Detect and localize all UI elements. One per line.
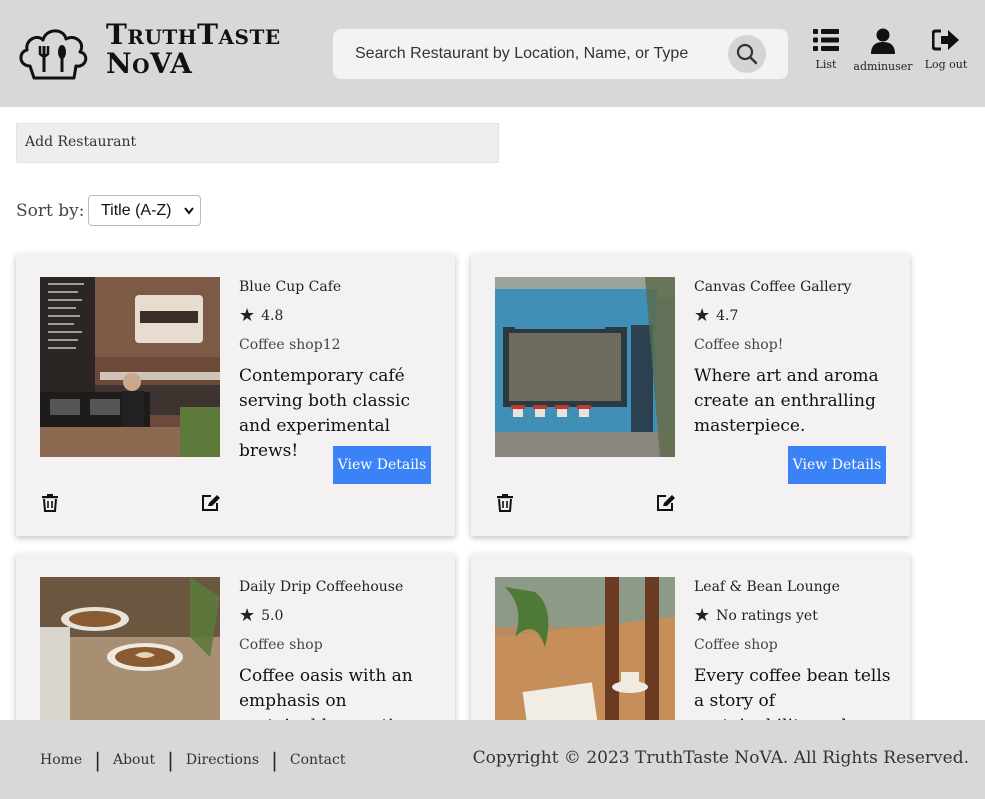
footer-link-contact[interactable]: Contact — [290, 752, 346, 768]
restaurant-rating: ★ 4.8 — [239, 307, 283, 325]
header: TruthTaste NoVA List adminuser — [0, 0, 985, 107]
star-icon: ★ — [239, 305, 256, 326]
restaurant-title[interactable]: Leaf & Bean Lounge — [694, 579, 840, 595]
footer-links: Home | About | Directions | Contact — [40, 748, 345, 772]
restaurant-rating: ★ 4.7 — [694, 307, 738, 325]
restaurant-description: Where art and aroma create an enthrallin… — [694, 366, 879, 436]
add-restaurant-button[interactable]: Add Restaurant — [16, 123, 499, 163]
nav-logout[interactable]: Log out — [922, 28, 970, 71]
edit-icon[interactable] — [201, 494, 221, 512]
rating-value: 4.7 — [716, 308, 739, 324]
list-icon — [813, 29, 839, 51]
star-icon: ★ — [239, 605, 256, 626]
sort-select[interactable]: Title (A-Z) — [88, 195, 201, 226]
restaurant-rating: ★ No ratings yet — [694, 607, 818, 625]
nav-user-label: adminuser — [853, 60, 913, 73]
footer-separator: | — [167, 748, 174, 772]
footer: Home | About | Directions | Contact Copy… — [0, 720, 985, 799]
copyright-text: Copyright © 2023 TruthTaste NoVA. All Ri… — [472, 748, 969, 768]
restaurant-type: Coffee shop! — [694, 337, 784, 353]
restaurant-card: Canvas Coffee Gallery ★ 4.7 Coffee shop!… — [471, 254, 910, 536]
star-icon: ★ — [694, 605, 711, 626]
star-icon: ★ — [694, 305, 711, 326]
brand-line-2: NoVA — [106, 47, 193, 80]
user-icon — [871, 28, 895, 54]
nav-list-label: List — [815, 58, 837, 71]
footer-separator: | — [94, 748, 101, 772]
rating-value: No ratings yet — [716, 608, 818, 624]
search-bar — [333, 29, 788, 79]
restaurant-title[interactable]: Canvas Coffee Gallery — [694, 279, 851, 295]
restaurant-rating: ★ 5.0 — [239, 607, 283, 625]
brand-line-1: TruthTaste — [106, 18, 281, 51]
nav-logout-label: Log out — [924, 58, 968, 71]
nav-list[interactable]: List — [808, 28, 844, 71]
chevron-down-icon — [184, 207, 194, 215]
sort-selected-value: Title (A-Z) — [101, 201, 172, 219]
trash-icon[interactable] — [496, 494, 514, 512]
footer-link-directions[interactable]: Directions — [186, 752, 259, 768]
restaurant-title[interactable]: Blue Cup Cafe — [239, 279, 341, 295]
restaurant-type: Coffee shop — [694, 637, 778, 653]
restaurant-card: Blue Cup Cafe ★ 4.8 Coffee shop12 Contem… — [16, 254, 455, 536]
nav-user[interactable]: adminuser — [853, 28, 913, 73]
search-icon — [736, 43, 758, 65]
restaurant-image — [495, 277, 675, 457]
trash-icon[interactable] — [41, 494, 59, 512]
restaurant-title[interactable]: Daily Drip Coffeehouse — [239, 579, 403, 595]
restaurant-image — [40, 277, 220, 457]
brand-name[interactable]: TruthTaste NoVA — [106, 20, 281, 78]
restaurant-type: Coffee shop — [239, 637, 323, 653]
logout-icon — [932, 29, 959, 51]
search-button[interactable] — [728, 35, 766, 73]
footer-link-about[interactable]: About — [113, 752, 155, 768]
view-details-button[interactable]: View Details — [788, 446, 886, 484]
footer-separator: | — [271, 748, 278, 772]
edit-icon[interactable] — [656, 494, 676, 512]
rating-value: 5.0 — [261, 608, 284, 624]
sort-label: Sort by: — [16, 201, 85, 221]
rating-value: 4.8 — [261, 308, 284, 324]
search-input[interactable] — [355, 29, 725, 79]
footer-link-home[interactable]: Home — [40, 752, 82, 768]
view-details-button[interactable]: View Details — [333, 446, 431, 484]
logo-icon[interactable] — [16, 22, 90, 80]
restaurant-type: Coffee shop12 — [239, 337, 341, 353]
